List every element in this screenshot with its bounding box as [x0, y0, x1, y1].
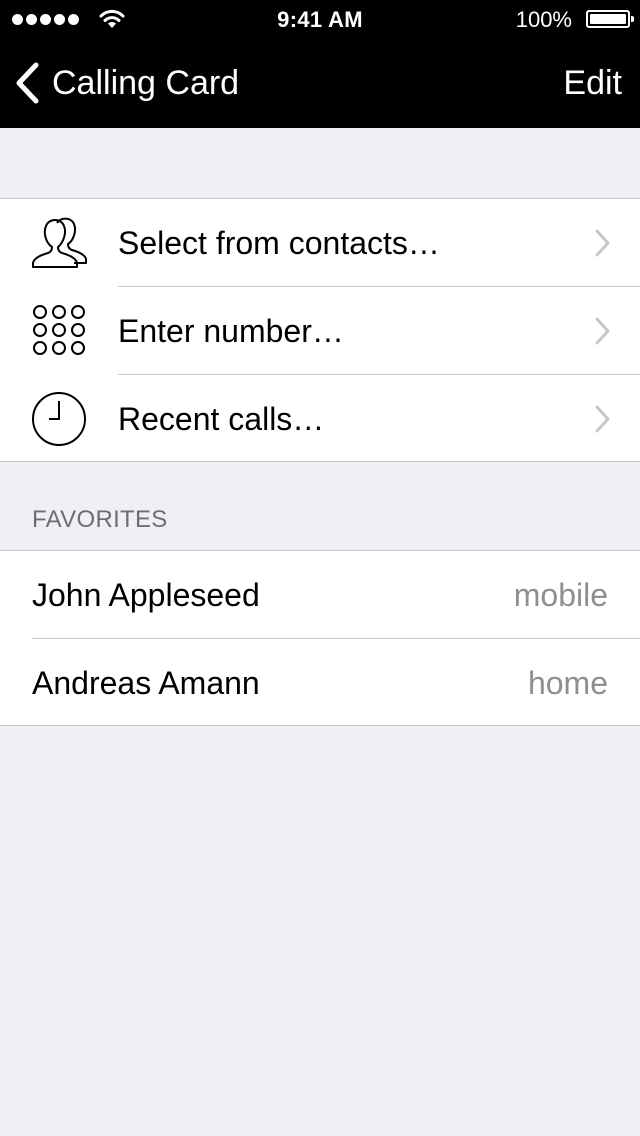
recent-calls-label: Recent calls… [118, 401, 325, 437]
keypad-icon [33, 305, 85, 355]
select-from-contacts-row[interactable]: Select from contacts… [0, 199, 640, 287]
favorite-phone-type: mobile [513, 577, 608, 613]
status-bar: 9:41 AM 100% [0, 0, 640, 40]
battery-percent: 100% [515, 7, 572, 32]
back-button[interactable]: Calling Card [14, 62, 239, 104]
chevron-right-icon [595, 317, 610, 345]
favorite-row[interactable]: John Appleseed mobile [0, 551, 640, 639]
favorite-phone-type: home [527, 665, 608, 701]
back-button-label: Calling Card [52, 64, 240, 102]
recent-calls-row[interactable]: Recent calls… [0, 375, 640, 463]
enter-number-row[interactable]: Enter number… [0, 287, 640, 375]
favorite-name: Andreas Amann [32, 665, 260, 701]
favorites-section-header: FAVORITES [32, 506, 168, 533]
chevron-right-icon [595, 229, 610, 257]
favorite-name: John Appleseed [32, 577, 260, 613]
chevron-left-icon [16, 62, 39, 104]
top-bar: 9:41 AM 100% Calling Card Edit [0, 0, 640, 128]
favorites-group: John Appleseed mobile Andreas Amann home [0, 550, 640, 726]
enter-number-label: Enter number… [118, 313, 344, 349]
select-from-contacts-label: Select from contacts… [118, 225, 440, 261]
edit-button[interactable]: Edit [563, 62, 622, 104]
navigation-bar: Calling Card Edit [0, 40, 640, 128]
chevron-right-icon [595, 405, 610, 433]
actions-group: Select from contacts… Enter number… Rece… [0, 198, 640, 462]
clock-icon [32, 392, 86, 446]
contacts-icon [32, 217, 87, 268]
favorite-row[interactable]: Andreas Amann home [0, 639, 640, 727]
battery-icon [586, 10, 634, 28]
